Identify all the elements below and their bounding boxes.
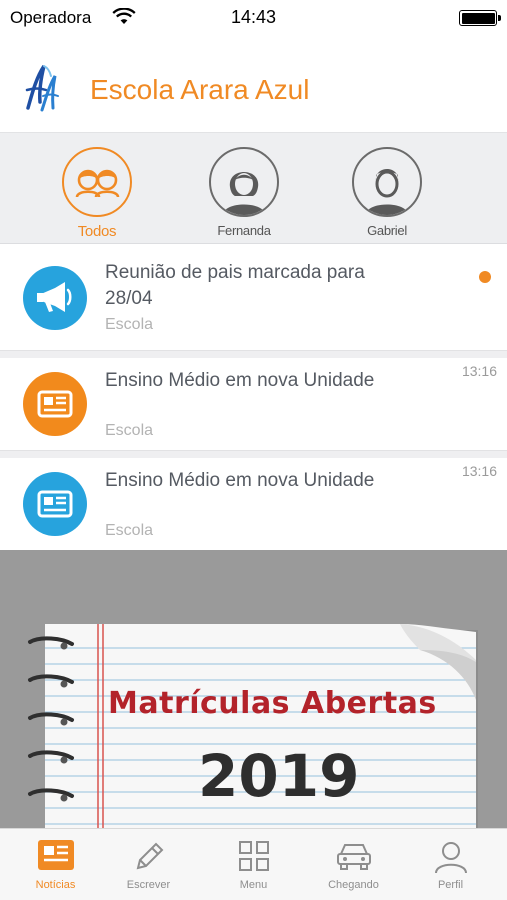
unread-indicator <box>479 271 491 283</box>
newspaper-icon <box>23 472 87 536</box>
profile-fernanda[interactable]: Fernanda <box>194 147 294 238</box>
school-name: Escola Arara Azul <box>90 74 310 105</box>
profile-avatar <box>209 147 279 217</box>
tab-escrever[interactable]: Escrever <box>98 829 199 900</box>
grid-icon <box>238 841 269 871</box>
news-tab-icon <box>37 840 74 870</box>
status-bar: Operadora 14:43 <box>0 0 507 36</box>
profile-avatar <box>62 147 132 217</box>
news-time: 13:16 <box>461 463 497 479</box>
tab-label: Escrever <box>126 879 171 891</box>
male-avatar-icon <box>366 169 408 215</box>
news-time: 13:16 <box>461 363 497 379</box>
news-source: Escola <box>105 316 154 333</box>
bottom-tab-bar: Notícias Escrever Menu Chegando Perfil <box>0 828 507 900</box>
tab-menu[interactable]: Menu <box>203 829 304 900</box>
news-title: Ensino Médio em nova Unidade <box>105 470 375 491</box>
school-logo <box>25 65 59 112</box>
profile-todos[interactable]: Todos <box>47 147 147 240</box>
tab-label: Notícias <box>35 879 76 891</box>
tab-label: Chegando <box>328 879 379 891</box>
divider <box>0 350 507 358</box>
profile-label: Todos <box>77 223 117 240</box>
news-item[interactable]: Ensino Médio em nova Unidade Escola 13:1… <box>0 358 507 450</box>
enrollment-banner[interactable]: Matrículas Abertas 2019 <box>0 550 507 828</box>
profile-label: Gabriel <box>367 223 407 238</box>
group-icon <box>75 169 120 198</box>
banner-headline: Matrículas Abertas <box>108 686 437 721</box>
tab-chegando[interactable]: Chegando <box>303 829 404 900</box>
status-time: 14:43 <box>230 7 277 27</box>
pencil-icon <box>136 842 163 870</box>
news-source: Escola <box>105 522 154 539</box>
newspaper-icon <box>23 372 87 436</box>
tab-label: Perfil <box>437 879 464 891</box>
profile-gabriel[interactable]: Gabriel <box>337 147 437 238</box>
tab-noticias[interactable]: Notícias <box>5 829 106 900</box>
car-icon <box>336 844 371 870</box>
news-item[interactable]: Ensino Médio em nova Unidade Escola 13:1… <box>0 458 507 550</box>
news-title: Ensino Médio em nova Unidade <box>105 370 375 391</box>
profile-label: Fernanda <box>217 223 271 238</box>
person-icon <box>434 842 467 874</box>
divider <box>0 450 507 458</box>
tab-label: Menu <box>239 879 268 891</box>
profile-avatar <box>352 147 422 217</box>
female-avatar-icon <box>223 172 265 215</box>
banner-year: 2019 <box>198 742 360 810</box>
tab-perfil[interactable]: Perfil <box>400 829 501 900</box>
megaphone-icon <box>23 266 87 330</box>
news-source: Escola <box>105 422 154 439</box>
profile-selector: Todos Fernanda Gabriel <box>0 132 507 244</box>
news-title: Reunião de pais marcada para 28/04 <box>105 262 365 309</box>
battery-icon <box>459 10 501 26</box>
news-item[interactable]: Reunião de pais marcada para 28/04 Escol… <box>0 244 507 350</box>
app-header: Escola Arara Azul <box>0 36 507 132</box>
